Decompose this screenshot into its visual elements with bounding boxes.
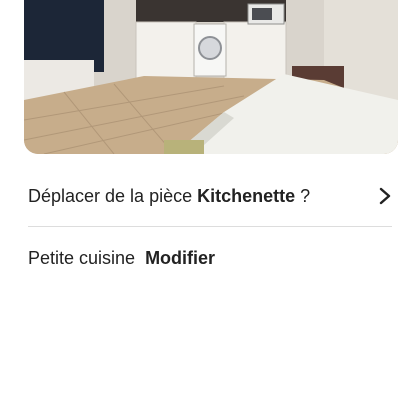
move-room-prefix: Déplacer de la pièce [28,186,193,206]
move-room-row[interactable]: Déplacer de la pièce Kitchenette ? [28,178,396,214]
chevron-right-icon[interactable] [378,187,392,205]
current-room-name: Kitchenette [197,186,296,206]
move-room-suffix: ? [295,186,311,206]
divider [28,226,392,227]
room-photo [24,0,398,154]
room-subtype-label: Petite cuisine [28,247,136,268]
edit-subtype-link[interactable]: Modifier [145,248,215,269]
move-room-text: Déplacer de la pièce Kitchenette ? [28,185,310,207]
room-subtype-row: Petite cuisine Modifier [28,246,215,270]
